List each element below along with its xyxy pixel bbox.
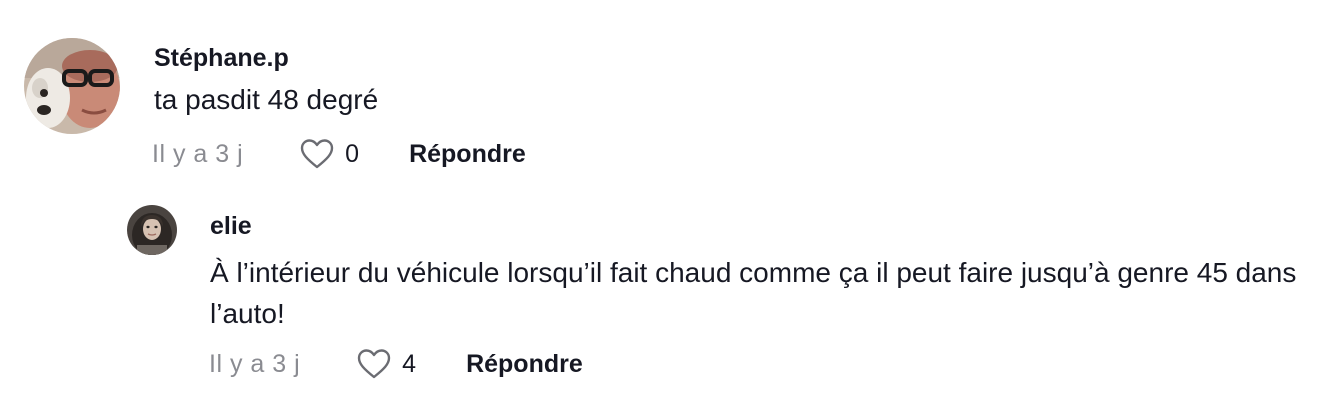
heart-icon — [300, 139, 334, 169]
heart-icon — [357, 349, 391, 379]
like-count: 0 — [345, 139, 360, 168]
comment-text: À l’intérieur du véhicule lorsqu’il fait… — [210, 257, 1297, 329]
reply-button[interactable]: Répondre — [466, 350, 583, 379]
comment-text: ta pasdit 48 degré — [154, 84, 379, 115]
timestamp: Il y a 3 j — [152, 139, 244, 168]
comment-meta: Il y a 3 j 4 Répondre — [209, 348, 583, 380]
reply-button[interactable]: Répondre — [409, 140, 526, 169]
timestamp: Il y a 3 j — [209, 349, 301, 378]
avatar[interactable] — [127, 205, 177, 255]
user-avatar-icon — [127, 205, 177, 255]
like-button[interactable]: 4 — [356, 348, 416, 380]
avatar[interactable] — [24, 38, 120, 134]
username[interactable]: Stéphane.p — [154, 44, 289, 73]
comment-meta: Il y a 3 j 0 Répondre — [152, 138, 526, 170]
like-button[interactable]: 0 — [299, 138, 359, 170]
username[interactable]: elie — [210, 212, 252, 241]
user-avatar-icon — [24, 38, 120, 134]
like-count: 4 — [402, 349, 417, 378]
